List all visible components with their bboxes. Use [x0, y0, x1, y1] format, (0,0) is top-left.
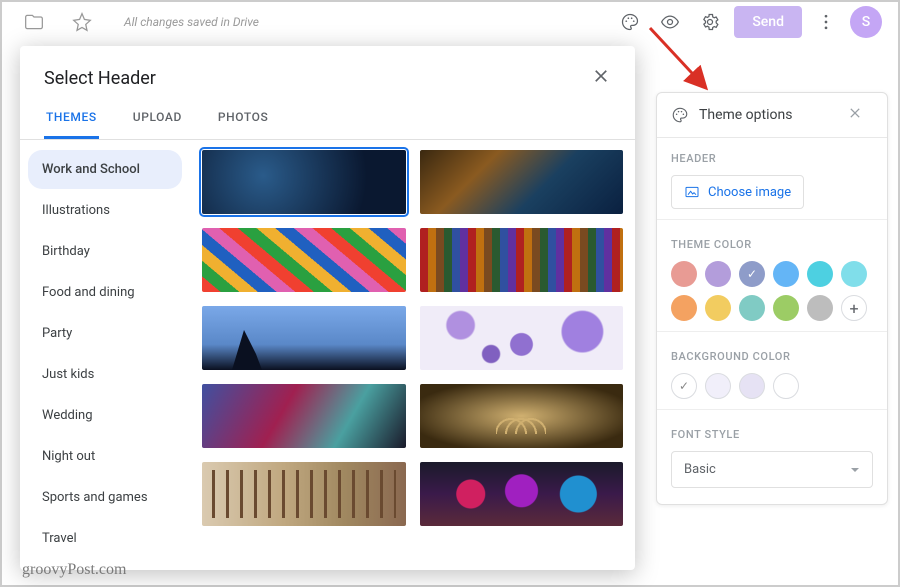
theme-color-swatch[interactable] [705, 295, 731, 321]
category-item[interactable]: Party [28, 314, 182, 353]
modal-close-button[interactable] [591, 66, 611, 90]
theme-color-swatch[interactable] [773, 261, 799, 287]
preview-icon[interactable] [654, 6, 686, 38]
header-thumbnail[interactable] [202, 150, 406, 214]
panel-close-button[interactable] [847, 105, 873, 125]
more-icon[interactable] [810, 6, 842, 38]
tab-upload[interactable]: UPLOAD [131, 98, 184, 139]
folder-icon[interactable] [18, 6, 50, 38]
star-icon[interactable] [66, 6, 98, 38]
category-item[interactable]: Work and School [28, 150, 182, 189]
section-label-font: FONT STYLE [671, 428, 873, 441]
theme-color-swatch[interactable] [739, 295, 765, 321]
tab-photos[interactable]: PHOTOS [216, 98, 270, 139]
avatar[interactable]: S [850, 6, 882, 38]
header-thumbnail[interactable] [420, 228, 624, 292]
palette-icon [671, 106, 689, 124]
select-header-modal: Select Header THEMES UPLOAD PHOTOS Work … [20, 46, 635, 570]
header-thumbnail[interactable] [202, 228, 406, 292]
thumbnail-grid [190, 140, 635, 570]
header-thumbnail[interactable] [202, 306, 406, 370]
tab-themes[interactable]: THEMES [44, 98, 99, 139]
choose-image-button[interactable]: Choose image [671, 175, 804, 209]
bg-color-swatch[interactable] [773, 373, 799, 399]
theme-color-swatch[interactable] [671, 261, 697, 287]
bg-color-swatch[interactable] [739, 373, 765, 399]
settings-icon[interactable] [694, 6, 726, 38]
theme-color-swatch[interactable] [671, 295, 697, 321]
theme-color-swatch[interactable] [807, 295, 833, 321]
category-item[interactable]: Sports and games [28, 478, 182, 517]
bg-color-swatch[interactable] [705, 373, 731, 399]
category-item[interactable]: Just kids [28, 355, 182, 394]
theme-color-swatch[interactable] [807, 261, 833, 287]
chevron-down-icon [850, 465, 860, 475]
modal-title: Select Header [44, 68, 156, 89]
save-status: All changes saved in Drive [124, 15, 259, 29]
category-item[interactable]: Night out [28, 437, 182, 476]
section-label-bg-color: BACKGROUND COLOR [671, 350, 873, 363]
category-item[interactable]: Birthday [28, 232, 182, 271]
send-button[interactable]: Send [734, 6, 802, 38]
header-thumbnail[interactable] [202, 384, 406, 448]
image-icon [684, 184, 700, 200]
category-item[interactable]: Food and dining [28, 273, 182, 312]
choose-image-label: Choose image [708, 185, 791, 200]
category-item[interactable]: Wedding [28, 396, 182, 435]
theme-color-swatches: + [671, 261, 873, 321]
bg-color-swatches [671, 373, 873, 399]
bg-color-swatch[interactable] [671, 373, 697, 399]
modal-tabs: THEMES UPLOAD PHOTOS [20, 98, 635, 140]
header-thumbnail[interactable] [202, 462, 406, 526]
theme-color-swatch[interactable] [739, 261, 765, 287]
theme-color-swatch[interactable] [705, 261, 731, 287]
theme-color-swatch[interactable] [841, 261, 867, 287]
category-list: Work and School Illustrations Birthday F… [20, 140, 190, 570]
watermark: groovyPost.com [22, 561, 126, 579]
panel-title: Theme options [699, 107, 792, 123]
palette-icon[interactable] [614, 6, 646, 38]
theme-color-swatch[interactable] [773, 295, 799, 321]
section-label-header: HEADER [671, 152, 873, 165]
header-thumbnail[interactable] [420, 150, 624, 214]
header-thumbnail[interactable] [420, 462, 624, 526]
header-thumbnail[interactable] [420, 384, 624, 448]
font-style-value: Basic [684, 462, 716, 477]
header-thumbnail[interactable] [420, 306, 624, 370]
category-item[interactable]: Illustrations [28, 191, 182, 230]
add-color-button[interactable]: + [841, 295, 867, 321]
section-label-theme-color: THEME COLOR [671, 238, 873, 251]
font-style-select[interactable]: Basic [671, 451, 873, 488]
theme-options-panel: Theme options HEADER Choose image THEME … [656, 92, 888, 505]
category-item[interactable]: Travel [28, 519, 182, 558]
